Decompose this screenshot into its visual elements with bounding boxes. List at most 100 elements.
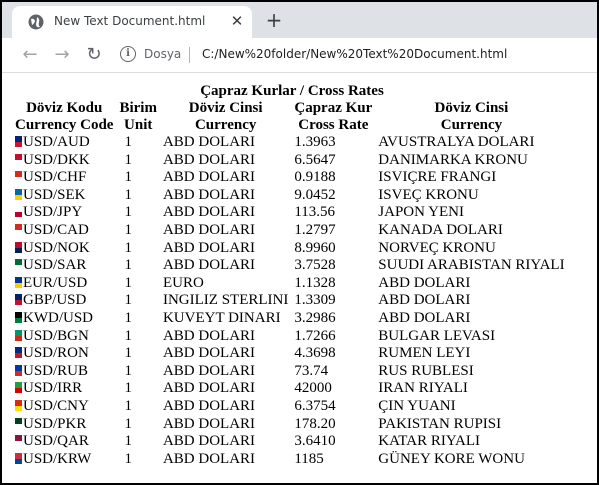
browser-tab[interactable]: New Text Document.html ✕ — [12, 6, 252, 38]
back-arrow-icon[interactable]: ← — [18, 43, 42, 67]
cell-cross-rate: 1185 — [294, 450, 324, 467]
cell-target-currency: NORVEÇ KRONU — [378, 239, 496, 256]
currency-code-text: USD/CAD — [23, 221, 89, 238]
cell-currency: ABD DOLARI — [162, 415, 256, 432]
cell-currency-code: USD/PKR — [12, 416, 116, 434]
currency-code-text: GBP/USD — [23, 292, 87, 309]
cell-currency-code: KWD/USD — [12, 310, 116, 328]
table-row: USD/DKK 1 ABD DOLARI 6.5647 DANIMARKA KRONU — [12, 152, 568, 170]
cell-cross-rate: 73.74 — [294, 362, 329, 379]
currency-code-text: USD/RUB — [23, 362, 89, 379]
cell-cross-rate: 0.9188 — [294, 169, 336, 186]
cell-currency: ABD DOLARI — [162, 345, 256, 362]
cell-cross-rate: 1.7266 — [294, 327, 336, 344]
flag-icon — [15, 364, 22, 376]
flag-icon — [15, 347, 22, 359]
cell-currency: ABD DOLARI — [162, 433, 256, 450]
cell-unit: 1 — [124, 345, 132, 362]
table-row: USD/KRW 1 ABD DOLARI 1185 GÜNEY KORE WONU — [12, 451, 568, 469]
flag-icon — [15, 223, 22, 235]
cell-unit: 1 — [124, 450, 132, 467]
cell-unit: 1 — [124, 274, 132, 291]
header-target-currency: Döviz Cinsi Currency — [375, 100, 567, 134]
header-line-en: Cross Rate — [298, 117, 369, 133]
currency-code-text: USD/DKK — [23, 151, 90, 168]
cell-target-currency: ABD DOLARI — [378, 292, 471, 309]
cell-currency: ABD DOLARI — [162, 151, 256, 168]
header-line-en: Currency — [194, 117, 257, 133]
new-tab-button[interactable]: + — [262, 8, 286, 32]
cell-cross-rate: 4.3698 — [294, 345, 336, 362]
close-tab-icon[interactable]: ✕ — [228, 12, 246, 30]
cell-cross-rate: 8.9960 — [294, 239, 336, 256]
cell-target-currency: PAKISTAN RUPISI — [378, 415, 502, 432]
flag-icon — [15, 241, 22, 253]
cell-unit: 1 — [124, 169, 132, 186]
currency-code-text: USD/SEK — [23, 186, 86, 203]
site-label: Dosya — [144, 47, 182, 61]
cell-unit: 1 — [124, 309, 132, 326]
cell-cross-rate: 6.3754 — [294, 397, 336, 414]
flag-icon — [15, 452, 22, 464]
currency-code-text: KWD/USD — [23, 309, 93, 326]
cell-target-currency: ISVEÇ KRONU — [378, 186, 479, 203]
cell-target-currency: ÇIN YUANI — [378, 397, 456, 414]
cell-target-currency: AVUSTRALYA DOLARI — [378, 134, 535, 150]
currency-code-text: USD/AUD — [23, 134, 90, 150]
cell-cross-rate: 178.20 — [294, 415, 336, 432]
globe-icon — [28, 14, 44, 30]
cell-target-currency: BULGAR LEVASI — [378, 327, 496, 344]
cell-target-currency: RUS RUBLESI — [378, 362, 474, 379]
currency-code-text: EUR/USD — [23, 274, 88, 291]
table-row: USD/JPY 1 ABD DOLARI 113.56 JAPON YENI — [12, 204, 568, 222]
cell-unit: 1 — [124, 327, 132, 344]
cell-cross-rate: 3.7528 — [294, 257, 336, 274]
table-row: EUR/USD 1 EURO 1.1328 ABD DOLARI — [12, 275, 568, 293]
flag-icon — [15, 259, 22, 271]
cell-currency: ABD DOLARI — [162, 239, 256, 256]
cell-currency: EURO — [162, 274, 204, 291]
toolbar: ← → ↻ i Dosya C:/New%20folder/New%20Text… — [2, 38, 597, 73]
flag-icon — [15, 188, 22, 200]
tab-strip: New Text Document.html ✕ + — [2, 2, 597, 38]
cell-target-currency: KATAR RIYALI — [378, 433, 480, 450]
flag-icon — [15, 311, 22, 323]
cell-unit: 1 — [124, 415, 132, 432]
cell-currency: ABD DOLARI — [162, 134, 256, 150]
cell-currency-code: USD/QAR — [12, 433, 116, 451]
cell-currency: ABD DOLARI — [162, 327, 256, 344]
cell-currency: ABD DOLARI — [162, 397, 256, 414]
cell-cross-rate: 42000 — [294, 380, 332, 397]
table-row: KWD/USD 1 KUVEYT DINARI 3.2986 ABD DOLARI — [12, 310, 568, 328]
cell-unit: 1 — [124, 239, 132, 256]
cell-currency-code: USD/JPY — [12, 204, 116, 222]
forward-arrow-icon[interactable]: → — [50, 43, 74, 67]
tab-title: New Text Document.html — [54, 14, 206, 28]
cell-cross-rate: 1.2797 — [294, 221, 336, 238]
header-line-en: Unit — [124, 117, 153, 133]
currency-code-text: USD/CHF — [23, 169, 87, 186]
cell-currency-code: USD/SEK — [12, 187, 116, 205]
cell-currency: ABD DOLARI — [162, 186, 256, 203]
table-row: USD/CNY 1 ABD DOLARI 6.3754 ÇIN YUANI — [12, 398, 568, 416]
cell-unit: 1 — [124, 221, 132, 238]
cell-currency-code: USD/DKK — [12, 152, 116, 170]
cell-cross-rate: 113.56 — [294, 204, 336, 221]
flag-icon — [15, 153, 22, 165]
table-header-row: Döviz Kodu Currency Code Birim Unit Döviz … — [12, 100, 568, 134]
flag-icon — [15, 417, 22, 429]
page-content: Çapraz Kurlar / Cross Rates Döviz Kodu Cu… — [12, 82, 592, 468]
table-caption: Çapraz Kurlar / Cross Rates — [200, 83, 384, 99]
table-row: USD/IRR 1 ABD DOLARI 42000 IRAN RIYALI — [12, 380, 568, 398]
table-row: USD/RUB 1 ABD DOLARI 73.74 RUS RUBLESI — [12, 363, 568, 381]
address-bar-url[interactable]: C:/New%20folder/New%20Text%20Document.ht… — [202, 47, 507, 61]
table-row: USD/RON 1 ABD DOLARI 4.3698 RUMEN LEYI — [12, 345, 568, 363]
reload-icon[interactable]: ↻ — [82, 43, 106, 67]
cell-target-currency: IRAN RIYALI — [378, 380, 468, 397]
cell-cross-rate: 3.6410 — [294, 433, 336, 450]
header-currency: Döviz Cinsi Currency — [160, 100, 291, 134]
cell-currency-code: USD/RUB — [12, 363, 116, 381]
cell-target-currency: SUUDI ARABISTAN RIYALI — [378, 257, 565, 274]
table-row: USD/CHF 1 ABD DOLARI 0.9188 ISVIÇRE FRANGI — [12, 169, 568, 187]
info-icon[interactable]: i — [120, 46, 136, 62]
